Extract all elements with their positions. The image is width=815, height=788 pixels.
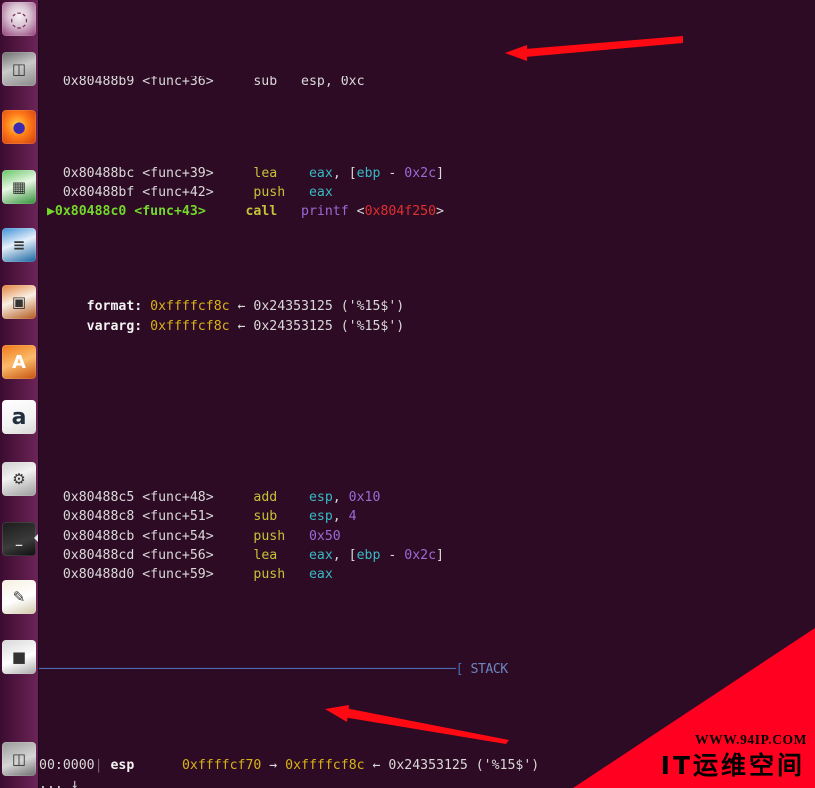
code-line: 0x80488d0 <func+59> push eax: [39, 566, 333, 582]
code-line: ▶0x80488c0 <func+43> call printf <0x804f…: [39, 203, 444, 219]
code-disassembly-block-2: 0x80488c5 <func+48> add esp, 0x10 0x8048…: [39, 488, 815, 583]
gear-icon: ⚙: [12, 470, 26, 488]
calc-icon: ▦: [11, 178, 27, 196]
disk-icon: ■: [11, 648, 27, 666]
launcher-icon-disks[interactable]: ■: [2, 640, 36, 674]
launcher-icon-libreoffice-calc[interactable]: ▦: [2, 170, 36, 204]
impress-icon: ▣: [11, 293, 27, 311]
launcher-icon-libreoffice-impress[interactable]: ▣: [2, 285, 36, 319]
stack-separator-line: ────────────────────────────────────────…: [39, 662, 508, 678]
launcher-icon-system-settings[interactable]: ⚙: [2, 462, 36, 496]
launcher-icon-libreoffice-writer[interactable]: ≡: [2, 228, 36, 262]
launcher-icon-trash[interactable]: ◫: [2, 742, 36, 776]
amazon-icon: a: [11, 404, 27, 430]
code-line: 0x80488c8 <func+51> sub esp, 4: [39, 509, 357, 525]
terminal-icon: _: [15, 531, 23, 547]
firefox-icon: ●: [12, 118, 26, 136]
watermark-brand: IT运维空间: [660, 751, 805, 780]
amber-app-icon: A: [12, 351, 26, 373]
launcher-icon-files[interactable]: ◫: [2, 52, 36, 86]
pencil-icon: ✎: [12, 588, 26, 606]
call-arguments-block: format: 0xffffcf8c ← 0x24353125 ('%15$')…: [39, 297, 815, 335]
launcher-icon-terminal[interactable]: _: [2, 522, 36, 556]
writer-icon: ≡: [12, 236, 26, 254]
code-line: 0x80488bc <func+39> lea eax, [ebp - 0x2c…: [62, 165, 445, 181]
call-argument: format: 0xffffcf8c ← 0x24353125 ('%15$'): [86, 299, 405, 315]
launcher-icon-firefox[interactable]: ●: [2, 110, 36, 144]
unity-launcher[interactable]: ◌ ◫ ● ▦ ≡ ▣ A a ⚙ _ ✎ ■ ◫: [0, 0, 39, 788]
call-argument: vararg: 0xffffcf8c ← 0x24353125 ('%15$'): [86, 318, 405, 334]
code-line-clipped-text: 0x80488b9 <func+36> sub esp, 0xc: [39, 76, 365, 88]
spacer-row-1: [39, 393, 815, 412]
launcher-icon-amazon[interactable]: a: [2, 400, 36, 434]
code-line: 0x80488bf <func+42> push eax: [62, 184, 333, 200]
terminal-output[interactable]: 0x80488b9 <func+36> sub esp, 0xc 0x80488…: [39, 0, 815, 788]
launcher-icon-amber-app[interactable]: A: [2, 345, 36, 379]
code-line: 0x80488cd <func+56> lea eax, [ebp - 0x2c…: [39, 547, 444, 563]
code-line: 0x80488c5 <func+48> add esp, 0x10: [39, 490, 381, 506]
launcher-focus-pip: [34, 534, 38, 542]
stack-separator: ────────────────────────────────────────…: [39, 660, 815, 679]
code-line: 0x80488cb <func+54> push 0x50: [39, 528, 341, 544]
launcher-icon-text-editor[interactable]: ✎: [2, 580, 36, 614]
files-icon: ◫: [11, 60, 27, 78]
screen-root: ◌ ◫ ● ▦ ≡ ▣ A a ⚙ _ ✎ ■ ◫ 0x80488b9 <fun…: [0, 0, 815, 788]
trash-icon: ◫: [11, 750, 27, 768]
ubuntu-logo-icon: ◌: [9, 7, 29, 31]
code-disassembly-block: 0x80488bc <func+39> lea eax, [ebp - 0x2c…: [39, 164, 815, 221]
launcher-icon-ubuntu-dash[interactable]: ◌: [2, 2, 36, 36]
code-line-clipped: 0x80488b9 <func+36> sub esp, 0xc: [39, 76, 815, 87]
